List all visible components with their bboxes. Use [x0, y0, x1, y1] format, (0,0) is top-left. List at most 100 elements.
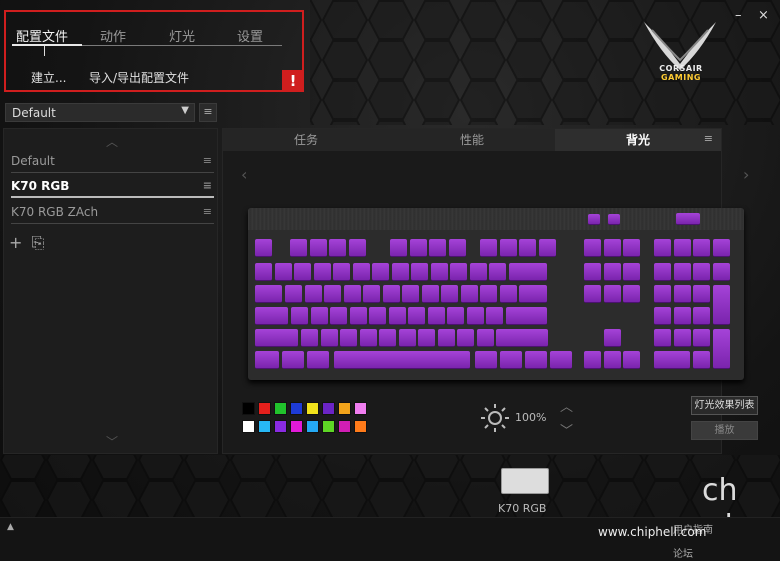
keyboard-key[interactable] — [307, 351, 329, 369]
keyboard-key[interactable] — [654, 351, 690, 369]
keyboard-key[interactable] — [309, 239, 327, 257]
keyboard-key[interactable] — [499, 285, 517, 303]
keyboard-key[interactable] — [712, 329, 730, 369]
keyboard-key[interactable] — [550, 351, 572, 369]
keyboard-key[interactable] — [486, 307, 503, 325]
keyboard-key[interactable] — [398, 329, 416, 347]
keyboard-key[interactable] — [673, 239, 691, 257]
minimize-button[interactable]: – — [735, 8, 742, 23]
keyboard-key[interactable] — [519, 239, 536, 257]
keyboard-key[interactable] — [584, 263, 601, 281]
keyboard-key[interactable] — [466, 307, 484, 325]
color-swatch[interactable] — [354, 420, 367, 433]
keyboard-key[interactable] — [411, 263, 428, 281]
keyboard-key[interactable] — [255, 307, 288, 325]
keyboard-device-icon[interactable] — [501, 468, 549, 494]
keyboard-key[interactable] — [623, 351, 640, 369]
close-button[interactable]: × — [758, 8, 769, 23]
keyboard-key[interactable] — [693, 307, 710, 325]
keyboard-key[interactable] — [525, 351, 547, 369]
keyboard-key[interactable] — [447, 307, 464, 325]
keyboard-key[interactable] — [476, 329, 494, 347]
keyboard-key[interactable] — [693, 285, 710, 303]
scroll-down-chevron-icon[interactable]: ﹀ — [106, 433, 118, 450]
keyboard-key[interactable] — [608, 214, 620, 225]
keyboard-key[interactable] — [496, 329, 548, 347]
keyboard-key[interactable] — [343, 285, 361, 303]
keyboard-key[interactable] — [441, 285, 458, 303]
keyboard-key[interactable] — [255, 239, 272, 257]
import-icon[interactable]: ⎘ — [32, 233, 45, 252]
keyboard-key[interactable] — [693, 263, 710, 281]
create-profile-link[interactable]: 建立... — [31, 69, 66, 86]
keyboard-key[interactable] — [408, 307, 425, 325]
keyboard-key[interactable] — [402, 285, 419, 303]
keyboard-key[interactable] — [469, 263, 487, 281]
effects-list-button[interactable]: 灯光效果列表 — [691, 396, 758, 415]
keyboard-key[interactable] — [333, 263, 350, 281]
keyboard-key[interactable] — [291, 307, 308, 325]
keyboard-key[interactable] — [450, 263, 467, 281]
tab-settings[interactable]: 设置 — [237, 26, 263, 45]
keyboard-key[interactable] — [519, 285, 547, 303]
keyboard-key[interactable] — [349, 307, 367, 325]
color-swatch[interactable] — [322, 420, 335, 433]
keyboard-key[interactable] — [603, 351, 621, 369]
keyboard-key[interactable] — [654, 285, 671, 303]
keyboard-key[interactable] — [588, 214, 600, 225]
keyboard-key[interactable] — [255, 263, 272, 281]
profile-item-k70-rgb[interactable]: K70 RGB ≡ — [11, 176, 214, 198]
keyboard-key[interactable] — [255, 351, 279, 369]
keyboard-key[interactable] — [310, 307, 328, 325]
keyboard-key[interactable] — [340, 329, 357, 347]
keyboard-key[interactable] — [294, 263, 311, 281]
color-swatch[interactable] — [290, 420, 303, 433]
keyboard-key[interactable] — [391, 263, 409, 281]
tab-lighting[interactable]: 灯光 — [169, 26, 195, 45]
color-swatch[interactable] — [274, 402, 287, 415]
keyboard-key[interactable] — [290, 239, 307, 257]
keyboard-key[interactable] — [390, 239, 407, 257]
keyboard-key[interactable] — [313, 263, 331, 281]
keyboard-key[interactable] — [359, 329, 377, 347]
tab-actions[interactable]: 动作 — [100, 26, 126, 45]
keyboard-key[interactable] — [369, 307, 386, 325]
keyboard-key[interactable] — [505, 307, 547, 325]
keyboard-key[interactable] — [654, 307, 671, 325]
keyboard-key[interactable] — [654, 329, 671, 347]
keyboard-key[interactable] — [418, 329, 435, 347]
keyboard-key[interactable] — [427, 307, 445, 325]
keyboard-key[interactable] — [500, 351, 522, 369]
keyboard-key[interactable] — [603, 263, 621, 281]
keyboard-key[interactable] — [673, 307, 691, 325]
keyboard-key[interactable] — [480, 285, 497, 303]
keyboard-key[interactable] — [584, 239, 601, 257]
keyboard-key[interactable] — [460, 285, 478, 303]
keyboard-key[interactable] — [475, 351, 497, 369]
warning-icon[interactable]: ! — [282, 70, 304, 92]
keyboard-key[interactable] — [274, 263, 292, 281]
tab-tasks[interactable]: 任务 — [223, 129, 389, 151]
keyboard-key[interactable] — [654, 239, 671, 257]
hamburger-icon[interactable]: ≡ — [203, 179, 212, 192]
keyboard-key[interactable] — [693, 239, 710, 257]
chevron-down-icon[interactable]: ﹀ — [560, 420, 573, 439]
keyboard-key[interactable] — [348, 239, 366, 257]
keyboard-key[interactable] — [372, 263, 389, 281]
keyboard-key[interactable] — [301, 329, 318, 347]
keyboard-key[interactable] — [623, 263, 640, 281]
keyboard-key[interactable] — [448, 239, 466, 257]
keyboard-key[interactable] — [429, 239, 446, 257]
color-swatch[interactable] — [338, 420, 351, 433]
keyboard-key[interactable] — [489, 263, 506, 281]
keyboard-key[interactable] — [382, 285, 400, 303]
color-swatch[interactable] — [274, 420, 287, 433]
keyboard-key[interactable] — [285, 285, 302, 303]
keyboard-key[interactable] — [584, 351, 601, 369]
keyboard-key[interactable] — [603, 239, 621, 257]
keyboard-key[interactable] — [282, 351, 304, 369]
import-export-link[interactable]: 导入/导出配置文件 — [89, 69, 189, 86]
tab-backlight[interactable]: 背光 — [555, 129, 721, 151]
keyboard-key[interactable] — [712, 239, 730, 257]
color-swatch[interactable] — [354, 402, 367, 415]
